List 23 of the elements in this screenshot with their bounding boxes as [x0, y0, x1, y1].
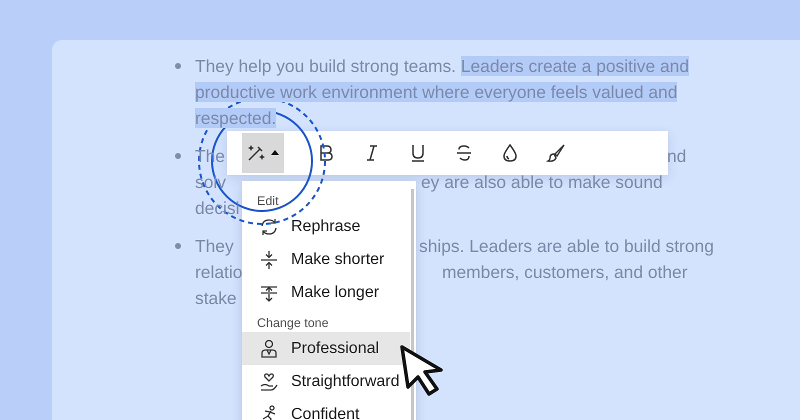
- partial-text: ey are also able to make sound: [421, 171, 663, 194]
- brush-icon: [546, 143, 566, 163]
- menu-section-header: Change tone: [256, 315, 330, 332]
- magic-wand-icon: [246, 143, 280, 163]
- menu-section-header: Edit: [256, 193, 280, 210]
- partial-text: relatio: [195, 262, 242, 282]
- menu-item[interactable]: Rephrase: [242, 210, 410, 243]
- magic-wand-button[interactable]: [242, 133, 284, 173]
- shorter-icon: [259, 250, 279, 270]
- menu-item[interactable]: Make shorter: [242, 243, 410, 276]
- straightforward-icon: [259, 372, 279, 392]
- strikethrough-icon: [454, 143, 474, 163]
- menu-item[interactable]: Make longer: [242, 276, 410, 309]
- partial-text: ships. Leaders are able to build strong: [419, 235, 714, 258]
- menu-item[interactable]: Professional: [242, 332, 410, 365]
- menu-item[interactable]: Confident: [242, 398, 410, 420]
- partial-text: nd: [667, 145, 686, 168]
- professional-icon: [259, 338, 279, 358]
- partial-text: stake: [195, 288, 237, 308]
- partial-text: decisi: [195, 198, 240, 218]
- rephrase-icon: [259, 216, 279, 236]
- partial-text: members, customers, and other: [442, 261, 688, 284]
- partial-text: They: [195, 236, 234, 256]
